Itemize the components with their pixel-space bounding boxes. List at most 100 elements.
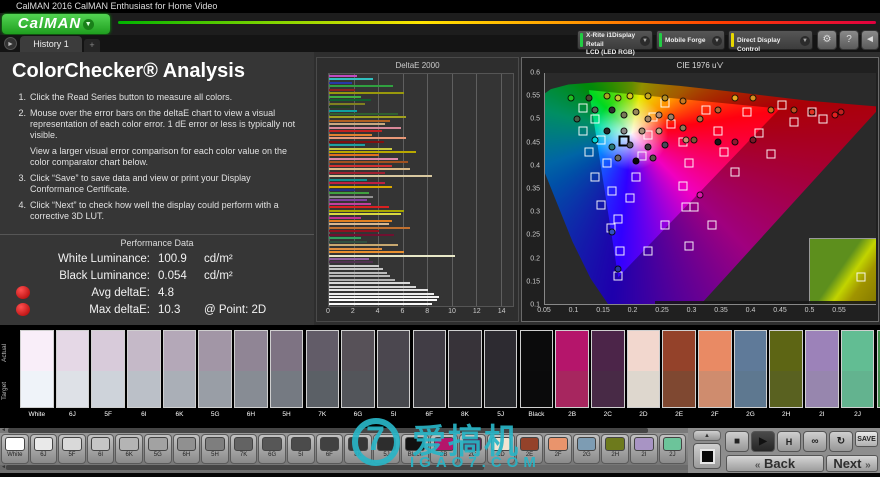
deltae-bar[interactable] — [329, 89, 355, 91]
deltae-bar[interactable] — [329, 175, 432, 177]
measured-point[interactable] — [609, 143, 616, 150]
deltae-bar[interactable] — [329, 151, 416, 153]
deltae-bar[interactable] — [329, 134, 372, 136]
measured-point[interactable] — [667, 113, 674, 120]
scrollbar-thumb[interactable] — [6, 465, 484, 470]
deltae-bar[interactable] — [329, 158, 398, 160]
settings-gear-button[interactable]: ⚙ — [817, 30, 837, 50]
source-selector[interactable]: Mobile Forge ▼ — [656, 30, 725, 50]
target-square[interactable] — [754, 129, 763, 138]
deltae-bar[interactable] — [329, 189, 355, 191]
patch-button-2E[interactable]: 2E — [516, 434, 544, 464]
patch-button-6K[interactable]: 6K — [115, 434, 143, 464]
measured-point[interactable] — [656, 127, 663, 134]
comparator-swatch[interactable]: 2G — [734, 330, 768, 425]
deltae-bar[interactable] — [329, 296, 439, 298]
deltae-bar[interactable] — [329, 130, 382, 132]
target-square[interactable] — [596, 200, 605, 209]
display-control-selector[interactable]: Direct Display Control ▼ — [728, 30, 813, 50]
deltae-bar[interactable] — [329, 148, 392, 150]
target-square[interactable] — [614, 214, 623, 223]
stop-button[interactable]: ■ — [725, 431, 749, 452]
deltae-bar[interactable] — [329, 154, 379, 156]
measured-point[interactable] — [603, 127, 610, 134]
comparator-swatch[interactable]: White — [20, 330, 54, 425]
deltae-bar[interactable] — [329, 85, 393, 87]
single-read-button[interactable]: H — [777, 431, 801, 452]
scroll-left-icon[interactable]: ◄ — [1, 428, 6, 433]
deltae-bar[interactable] — [329, 106, 350, 108]
target-square[interactable] — [579, 103, 588, 112]
measured-point[interactable] — [609, 229, 616, 236]
deltae-bar[interactable] — [329, 241, 367, 243]
deltae-bar[interactable] — [329, 110, 357, 112]
measured-point[interactable] — [749, 95, 756, 102]
deltae-bar[interactable] — [329, 261, 373, 263]
deltae-bar[interactable] — [329, 251, 404, 253]
patch-button-7K[interactable]: 7K — [230, 434, 258, 464]
deltae-bar[interactable] — [329, 196, 373, 198]
deltae-bar[interactable] — [329, 123, 385, 125]
measured-point[interactable] — [621, 111, 628, 118]
deltae-bar[interactable] — [329, 248, 382, 250]
comparator-swatch[interactable]: 5J — [484, 330, 518, 425]
patch-button-8K[interactable]: 8K — [344, 434, 372, 464]
deltae-bar[interactable] — [329, 286, 416, 288]
comparator-swatch[interactable]: 6G — [341, 330, 375, 425]
deltae-bar[interactable] — [329, 75, 357, 77]
measured-point[interactable] — [679, 125, 686, 132]
comparator-swatch[interactable]: 6F — [413, 330, 447, 425]
deltae-bar[interactable] — [329, 293, 434, 295]
comparator-swatch[interactable]: 2C — [591, 330, 625, 425]
measured-point[interactable] — [691, 136, 698, 143]
deltae-bar[interactable] — [329, 275, 390, 277]
comparator-swatch[interactable]: 7K — [306, 330, 340, 425]
cie-plot-area[interactable]: RGB Triplet: 235, 235, 16 deltaE: 6.9 — [544, 73, 876, 305]
deltae-bar[interactable] — [329, 265, 379, 267]
patch-button-6F[interactable]: 6F — [316, 434, 344, 464]
deltae-bar[interactable] — [329, 199, 367, 201]
deltae-bar[interactable] — [329, 172, 385, 174]
measured-point[interactable] — [644, 143, 651, 150]
tab-history-1[interactable]: History 1 — [20, 36, 82, 52]
patch-button-2J[interactable]: 2J — [659, 434, 687, 464]
patch-button-6I[interactable]: 6I — [87, 434, 115, 464]
pattern-up-button[interactable]: ▲ — [693, 430, 721, 441]
pattern-window-button[interactable] — [693, 443, 721, 469]
target-square[interactable] — [731, 168, 740, 177]
target-square[interactable] — [678, 182, 687, 191]
deltae-bar[interactable] — [329, 203, 371, 205]
comparator-swatch[interactable]: 5G — [198, 330, 232, 425]
deltae-bar[interactable] — [329, 137, 406, 139]
target-square[interactable] — [631, 172, 640, 181]
measured-point[interactable] — [650, 155, 657, 162]
deltae-plot-area[interactable] — [328, 73, 514, 307]
measured-point[interactable] — [568, 95, 575, 102]
comparator-swatch[interactable]: 2I — [805, 330, 839, 425]
deltae-bar[interactable] — [329, 237, 361, 239]
target-square[interactable] — [590, 172, 599, 181]
deltae-bar[interactable] — [329, 303, 432, 305]
deltae-bar[interactable] — [329, 223, 389, 225]
target-square[interactable] — [743, 108, 752, 117]
measured-point[interactable] — [626, 141, 633, 148]
measured-point[interactable] — [714, 106, 721, 113]
deltae-bar[interactable] — [329, 279, 395, 281]
deltae-bar[interactable] — [329, 272, 387, 274]
comparator-swatch[interactable]: 6I — [127, 330, 161, 425]
deltae-bar[interactable] — [329, 113, 398, 115]
comparator-swatch[interactable]: 6J — [56, 330, 90, 425]
measured-point[interactable] — [837, 109, 844, 116]
measured-point[interactable] — [632, 109, 639, 116]
deltae-bar[interactable] — [329, 220, 392, 222]
measured-point[interactable] — [714, 139, 721, 146]
target-square[interactable] — [684, 242, 693, 251]
deltae-bar[interactable] — [329, 78, 373, 80]
deltae-bar[interactable] — [329, 82, 352, 84]
measured-point[interactable] — [767, 106, 774, 113]
calman-menu-button[interactable]: CalMAN▼ — [2, 14, 110, 34]
target-square[interactable] — [690, 202, 699, 211]
deltae-bar[interactable] — [329, 299, 437, 301]
cie-chart-panel[interactable]: CIE 1976 u'v' RGB Triplet: 235, 235, 16 … — [521, 57, 879, 322]
measured-point[interactable] — [662, 141, 669, 148]
